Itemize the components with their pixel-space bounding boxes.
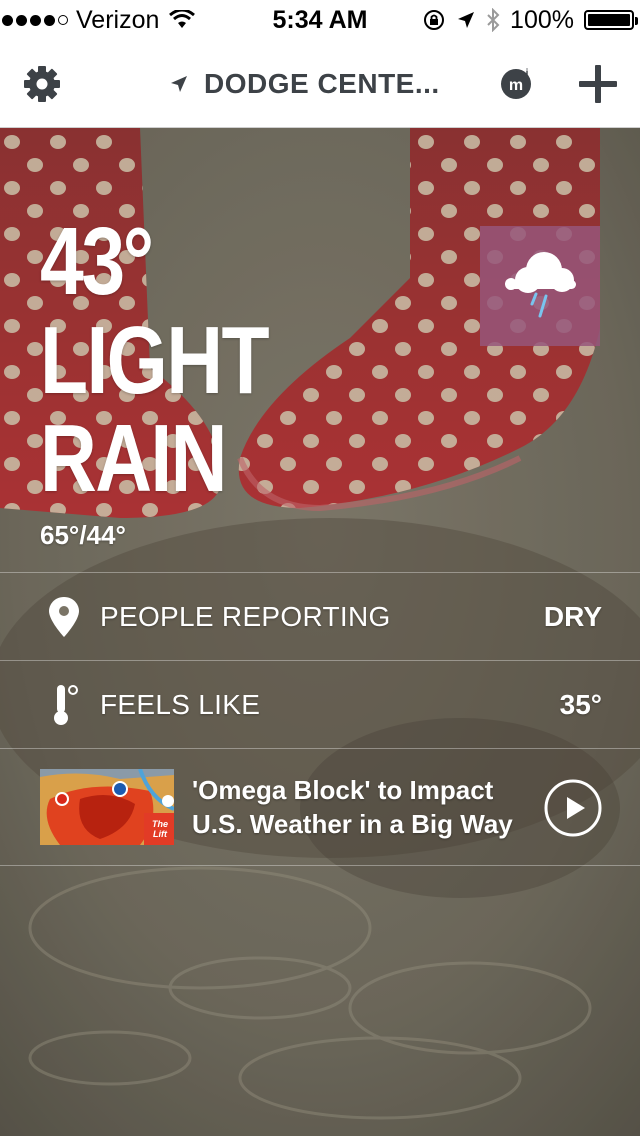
status-right-group: 100% — [422, 0, 638, 40]
location-name: DODGE CENTE... — [204, 68, 440, 99]
battery-percent: 100% — [510, 5, 574, 34]
people-reporting-row[interactable]: PEOPLE REPORTING DRY — [0, 572, 640, 661]
location-pin-icon — [49, 597, 79, 637]
condition-line-2: RAIN — [40, 405, 227, 512]
status-bar: Verizon 5:34 AM 100% — [0, 0, 640, 40]
people-reporting-value: DRY — [543, 601, 602, 632]
battery-icon — [584, 10, 638, 30]
condition-line-1: LIGHT — [40, 307, 270, 414]
location-icon — [458, 12, 475, 28]
feels-like-row[interactable]: FEELS LIKE 35° — [0, 660, 640, 749]
current-temperature: 43° — [40, 208, 154, 315]
thermometer-icon — [54, 685, 78, 725]
mi-logo-icon[interactable]: m i — [500, 66, 534, 100]
rotation-lock-icon — [424, 10, 445, 30]
feels-like-value: 35° — [559, 689, 602, 720]
play-icon[interactable] — [544, 779, 602, 837]
hi-lo-temperature: 65°/44° — [40, 520, 126, 550]
location-selector[interactable]: DODGE CENTE... — [170, 40, 440, 128]
bluetooth-icon — [487, 8, 500, 32]
video-thumbnail[interactable]: The Lift — [40, 769, 174, 845]
svg-text:m: m — [509, 77, 523, 94]
location-arrow-icon — [171, 76, 187, 92]
gear-icon[interactable] — [22, 64, 62, 104]
thumb-badge: The Lift — [151, 819, 168, 839]
feels-like-label: FEELS LIKE — [100, 689, 261, 720]
people-reporting-label: PEOPLE REPORTING — [100, 601, 391, 632]
cloud-rain-icon — [505, 252, 576, 318]
video-title-line-1: 'Omega Block' to Impact — [192, 775, 494, 805]
video-title[interactable]: 'Omega Block' to Impact U.S. Weather in … — [192, 773, 542, 841]
video-row[interactable]: The Lift 'Omega Block' to Impact U.S. We… — [0, 748, 640, 866]
nav-bar: DODGE CENTE... m i — [0, 40, 640, 128]
plus-icon[interactable] — [578, 64, 618, 104]
condition-text: LIGHT RAIN — [40, 307, 270, 512]
video-title-line-2: U.S. Weather in a Big Way — [192, 809, 513, 839]
condition-icon-box — [480, 226, 600, 346]
svg-text:i: i — [526, 68, 529, 79]
